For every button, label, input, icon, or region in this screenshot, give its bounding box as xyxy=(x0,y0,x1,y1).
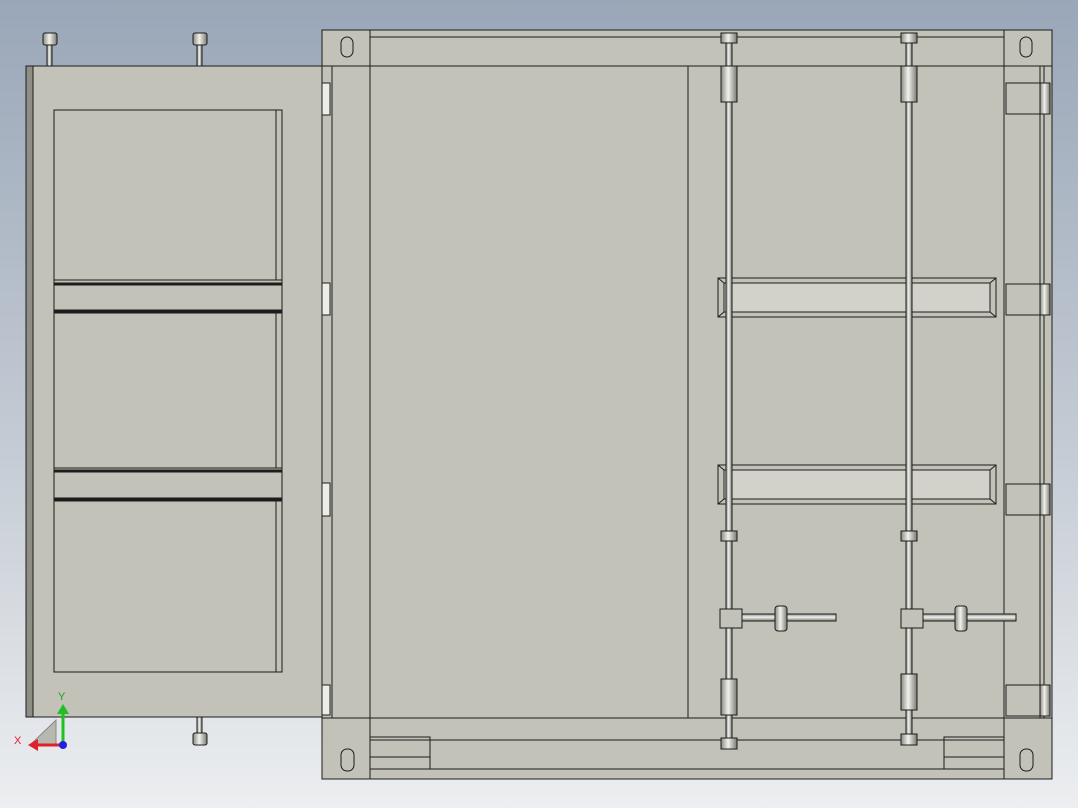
door-pin-top-left xyxy=(42,32,58,67)
door-channel-lower xyxy=(717,464,997,505)
cad-viewport[interactable]: Y X xyxy=(0,0,1078,808)
corner-casting-bottom-left xyxy=(321,717,371,780)
center-wall-panel xyxy=(369,65,689,719)
container-frame[interactable] xyxy=(321,29,1053,780)
left-door-panel[interactable] xyxy=(25,65,327,718)
door-recess-middle xyxy=(53,312,283,469)
door-channel-upper xyxy=(717,277,997,318)
corner-casting-bottom-right xyxy=(1003,717,1053,780)
z-axis-icon xyxy=(59,741,67,749)
left-corner-post xyxy=(321,65,371,719)
corner-casting-top-right xyxy=(1003,29,1053,67)
triad-y-label: Y xyxy=(58,691,66,703)
door-pin-bottom xyxy=(192,716,208,746)
door-recess-upper xyxy=(53,109,283,281)
door-rib-lower xyxy=(53,467,283,502)
triad-x-label: X xyxy=(14,735,22,747)
door-pin-top-right xyxy=(192,32,208,67)
corner-casting-top-left xyxy=(321,29,371,67)
door-recess-lower xyxy=(53,500,283,673)
triad-plane xyxy=(28,718,57,746)
